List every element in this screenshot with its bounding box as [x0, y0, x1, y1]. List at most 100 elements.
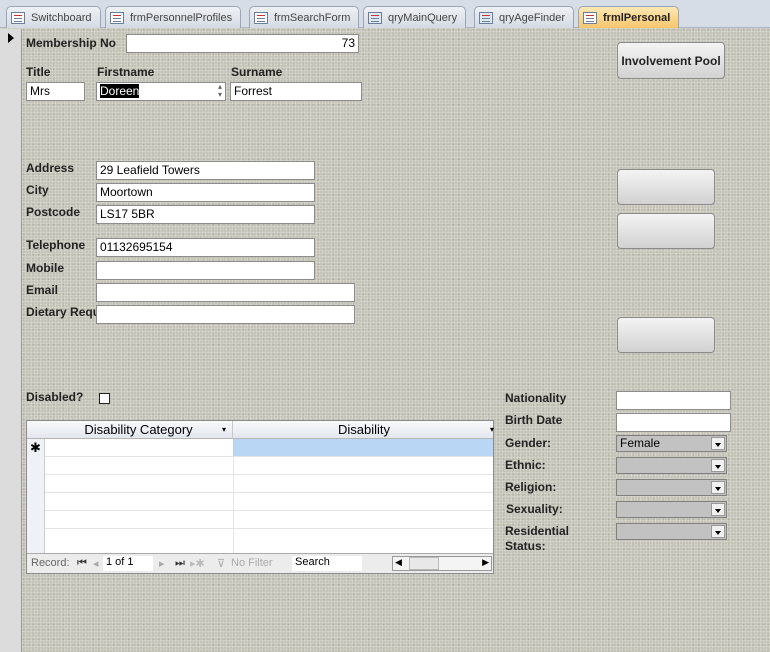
record-navigation: Record: ⏮ ◂ 1 of 1 ▸ ⏭ ▸✱ ⊽ No Filter Se… — [27, 553, 493, 573]
nationality-field[interactable] — [616, 391, 731, 410]
surname-field[interactable]: Forrest — [230, 82, 362, 101]
column-divider — [233, 457, 234, 553]
title-label: Title — [26, 65, 51, 79]
next-record-button[interactable]: ▸ — [159, 557, 165, 570]
tab-qrymainquery[interactable]: qryMainQuery — [363, 6, 467, 28]
membership-field[interactable]: 73 — [126, 34, 359, 53]
table-row — [45, 511, 493, 529]
first-record-button[interactable]: ⏮ — [77, 557, 87, 570]
form-icon — [110, 11, 124, 24]
last-record-button[interactable]: ⏭ — [175, 557, 185, 570]
record-position-field[interactable]: 1 of 1 — [103, 556, 153, 571]
city-field[interactable]: Moortown — [96, 183, 315, 202]
residential-combo[interactable] — [616, 523, 727, 540]
religion-combo[interactable] — [616, 479, 727, 496]
form-icon — [583, 11, 597, 24]
dietary-field[interactable] — [96, 305, 355, 324]
tab-frmlpersonal[interactable]: frmlPersonal — [578, 6, 680, 28]
gender-label: Gender: — [505, 436, 552, 450]
table-row — [45, 475, 493, 493]
chevron-down-icon[interactable] — [711, 437, 725, 450]
tab-label: frmPersonnelProfiles — [130, 11, 233, 24]
firstname-label: Firstname — [97, 65, 155, 79]
disabled-checkbox[interactable] — [99, 393, 110, 404]
dietary-label: Dietary Requ — [26, 305, 101, 319]
tab-qryagefinder[interactable]: qryAgeFinder — [474, 6, 575, 28]
tab-label: qryMainQuery — [388, 11, 458, 24]
table-row — [45, 457, 493, 475]
row-selectors[interactable]: ✱ — [27, 439, 45, 553]
tab-label: qryAgeFinder — [499, 11, 566, 24]
query-icon — [479, 11, 493, 24]
address-label: Address — [26, 161, 75, 175]
blank-button-3[interactable] — [617, 317, 715, 353]
chevron-down-icon[interactable] — [711, 459, 725, 472]
firstname-field[interactable]: Doreen ▴ ▾ — [96, 82, 226, 101]
tab-frmsearchform[interactable]: frmSearchForm — [249, 6, 360, 28]
birthdate-field[interactable] — [616, 413, 731, 432]
chevron-down-icon[interactable] — [711, 525, 725, 538]
sexuality-combo[interactable] — [616, 501, 727, 518]
birthdate-label: Birth Date — [505, 413, 563, 427]
sort-dropdown-icon[interactable]: ▾ — [490, 421, 494, 439]
tab-label: Switchboard — [31, 11, 92, 24]
gender-value: Female — [620, 436, 661, 450]
mobile-field[interactable] — [96, 261, 315, 280]
sort-dropdown-icon[interactable]: ▾ — [222, 421, 226, 439]
new-record-button[interactable]: ▸✱ — [190, 557, 205, 570]
address-field[interactable]: 29 Leafield Towers — [96, 161, 315, 180]
filter-icon: ⊽ — [217, 558, 226, 570]
prev-record-button[interactable]: ◂ — [93, 557, 99, 570]
chevron-down-icon[interactable] — [711, 481, 725, 494]
mobile-label: Mobile — [26, 261, 64, 275]
telephone-field[interactable]: 01132695154 — [96, 238, 315, 257]
record-label: Record: — [31, 557, 70, 569]
disabled-label: Disabled? — [26, 390, 84, 404]
religion-label: Religion: — [505, 480, 557, 494]
document-tabs: Switchboard frmPersonnelProfiles frmSear… — [0, 0, 770, 28]
email-label: Email — [26, 283, 59, 297]
form-icon — [11, 11, 25, 24]
ethnic-label: Ethnic: — [505, 458, 546, 472]
postcode-field[interactable]: LS17 5BR — [96, 205, 315, 224]
query-icon — [368, 11, 382, 24]
blank-button-2[interactable] — [617, 213, 715, 249]
search-field[interactable]: Search — [292, 556, 362, 571]
title-field[interactable]: Mrs — [26, 82, 85, 101]
table-row — [45, 493, 493, 511]
column-label: Disability — [337, 422, 390, 437]
tab-label: frmSearchForm — [274, 11, 351, 24]
no-filter-button[interactable]: No Filter — [231, 557, 273, 569]
blank-button-1[interactable] — [617, 169, 715, 205]
chevron-down-icon[interactable] — [711, 503, 725, 516]
tab-label: frmlPersonal — [603, 11, 671, 24]
record-selector[interactable] — [0, 29, 22, 652]
nationality-label: Nationality — [505, 391, 567, 405]
column-label: Disability Category — [84, 422, 193, 437]
membership-label: Membership No — [26, 36, 117, 50]
surname-label: Surname — [231, 65, 283, 79]
datasheet-header: Disability Category ▾ Disability ▾ — [27, 421, 495, 439]
column-header-disability-category[interactable]: Disability Category ▾ — [45, 421, 233, 439]
firstname-value: Doreen — [100, 84, 140, 98]
residential-label: Residential Status: — [505, 524, 570, 553]
new-row[interactable] — [45, 439, 493, 457]
email-field[interactable] — [96, 283, 355, 302]
city-label: City — [26, 183, 49, 197]
tab-switchboard[interactable]: Switchboard — [6, 6, 101, 28]
disability-subform: Disability Category ▾ Disability ▾ ✱ Recor… — [26, 420, 494, 574]
telephone-label: Telephone — [26, 238, 86, 252]
involvement-pool-button[interactable]: Involvement Pool — [617, 42, 725, 79]
postcode-label: Postcode — [26, 205, 81, 219]
tab-frmpersonnelprofiles[interactable]: frmPersonnelProfiles — [105, 6, 242, 28]
current-record-icon — [8, 33, 14, 43]
new-record-icon: ✱ — [30, 440, 41, 455]
horizontal-scrollbar[interactable]: ◀ ▶ — [392, 556, 492, 571]
sexuality-label: Sexuality: — [506, 502, 563, 516]
disability-cell[interactable] — [233, 439, 493, 456]
gender-combo[interactable]: Female — [616, 435, 727, 452]
ethnic-combo[interactable] — [616, 457, 727, 474]
scroll-arrows-icon[interactable]: ▴ ▾ — [218, 83, 222, 99]
column-header-disability[interactable]: Disability ▾ — [233, 421, 495, 439]
form-icon — [254, 11, 268, 24]
